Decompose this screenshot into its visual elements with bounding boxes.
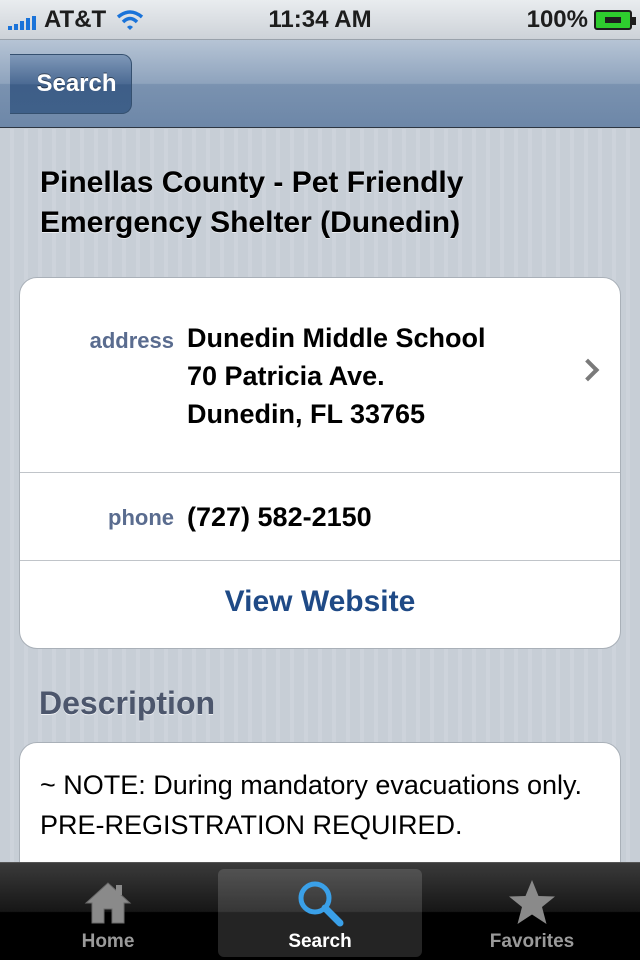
phone-value: (727) 582-2150 bbox=[187, 502, 372, 532]
phone-row[interactable]: phone (727) 582-2150 bbox=[20, 473, 620, 561]
back-button[interactable]: Search bbox=[10, 54, 132, 114]
status-right: 100% bbox=[526, 6, 636, 34]
address-line-1: Dunedin Middle School bbox=[187, 323, 486, 353]
detail-content[interactable]: Pinellas County - Pet Friendly Emergency… bbox=[0, 129, 640, 862]
address-line-2: 70 Patricia Ave. bbox=[187, 361, 385, 391]
address-value: Dunedin Middle School 70 Patricia Ave. D… bbox=[187, 319, 486, 433]
address-row[interactable]: address Dunedin Middle School 70 Patrici… bbox=[20, 278, 620, 473]
tab-favorites[interactable]: Favorites bbox=[430, 869, 634, 957]
chevron-right-icon bbox=[576, 358, 600, 382]
tab-favorites-label: Favorites bbox=[489, 931, 575, 952]
tab-search-label: Search bbox=[288, 931, 352, 952]
page-title: Pinellas County - Pet Friendly Emergency… bbox=[40, 166, 464, 239]
description-group: ~ NOTE: During mandatory evacuations onl… bbox=[19, 742, 621, 862]
address-label: address bbox=[89, 328, 174, 353]
tab-search[interactable]: Search bbox=[218, 869, 422, 957]
address-line-3: Dunedin, FL 33765 bbox=[187, 399, 426, 429]
status-bar: AT&T 11:34 AM 100% bbox=[0, 0, 640, 40]
home-icon bbox=[84, 882, 132, 924]
search-icon bbox=[298, 881, 344, 927]
description-header: Description bbox=[39, 685, 216, 721]
view-website-label: View Website bbox=[224, 585, 416, 618]
star-icon bbox=[509, 880, 555, 924]
tab-home[interactable]: Home bbox=[6, 869, 210, 957]
tab-bar: Home Search Favorites bbox=[0, 862, 640, 960]
back-button-label: Search bbox=[36, 70, 117, 97]
info-group: address Dunedin Middle School 70 Patrici… bbox=[19, 277, 621, 649]
description-text: ~ NOTE: During mandatory evacuations onl… bbox=[40, 770, 583, 840]
battery-percent: 100% bbox=[526, 6, 588, 33]
phone-label: phone bbox=[108, 505, 174, 530]
navigation-bar: Search bbox=[0, 40, 640, 128]
tab-home-label: Home bbox=[81, 931, 135, 952]
battery-charging-icon bbox=[594, 10, 636, 30]
view-website-button[interactable]: View Website bbox=[20, 561, 620, 648]
